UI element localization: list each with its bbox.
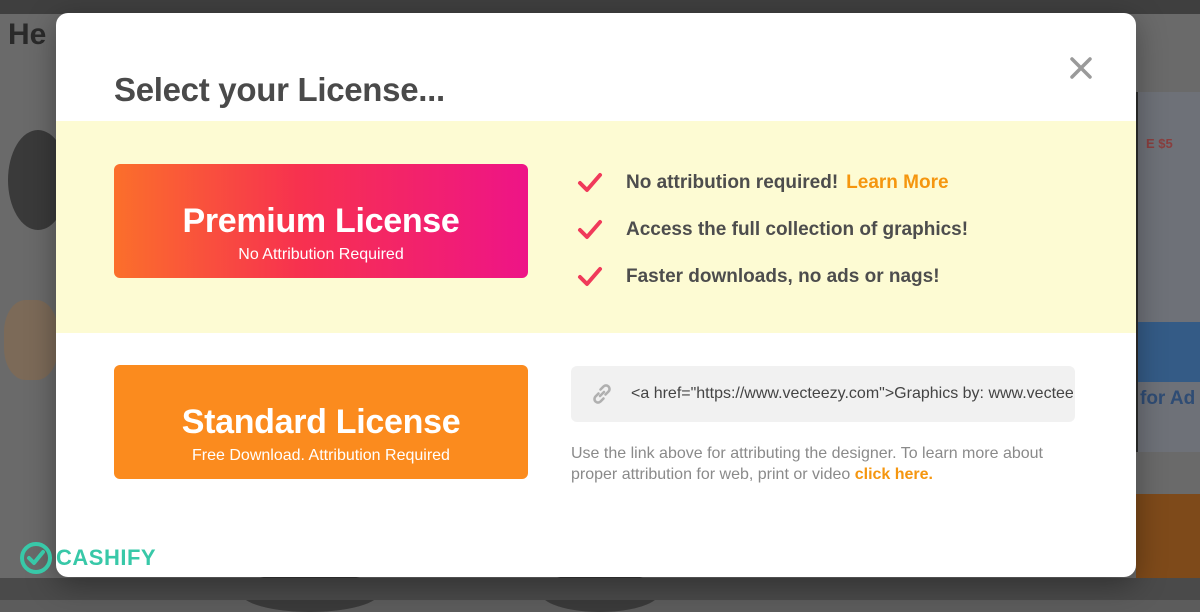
standard-license-subtitle: Free Download. Attribution Required [192, 447, 450, 464]
attribution-code-field[interactable] [631, 385, 1073, 403]
attribution-help-text: Use the link above for attributing the d… [571, 443, 1091, 485]
background-footer [0, 578, 1200, 600]
feature-text: Faster downloads, no ads or nags! [626, 265, 940, 287]
feature-item: No attribution required! Learn More [576, 159, 1096, 206]
click-here-link[interactable]: click here. [855, 466, 933, 483]
background-title: He [8, 18, 47, 51]
feature-item: Access the full collection of graphics! [576, 206, 1096, 253]
close-button[interactable] [1066, 53, 1096, 83]
watermark-text: CASHIFY [56, 545, 157, 570]
background-illustration [4, 300, 58, 380]
license-modal: Select your License... Premium License N… [56, 13, 1136, 577]
feature-item: Faster downloads, no ads or nags! [576, 253, 1096, 300]
premium-license-button[interactable]: Premium License No Attribution Required [114, 164, 528, 278]
modal-title: Select your License... [114, 71, 445, 108]
premium-license-label: Premium License [182, 202, 460, 240]
premium-license-subtitle: No Attribution Required [238, 246, 404, 263]
feature-text: Access the full collection of graphics! [626, 218, 969, 240]
standard-license-label: Standard License [181, 403, 461, 441]
feature-text: No attribution required! [626, 171, 839, 193]
background-ad-text: E $5 [1146, 136, 1173, 151]
learn-more-link[interactable]: Learn More [846, 172, 948, 194]
cashify-logo-icon [20, 542, 52, 574]
check-icon [578, 266, 602, 286]
cashify-watermark: CASHIFY [18, 540, 156, 576]
premium-features-list: No attribution required! Learn More Acce… [576, 159, 1096, 300]
link-icon [593, 384, 611, 404]
premium-section: Premium License No Attribution Required … [56, 121, 1136, 333]
background-topbar [0, 0, 1200, 14]
close-icon [1070, 57, 1092, 79]
attribution-code-box[interactable] [571, 366, 1075, 422]
attribution-help-body: Use the link above for attributing the d… [571, 445, 1043, 483]
check-icon [578, 219, 602, 239]
check-icon [578, 172, 602, 192]
background-ad-banner [1136, 494, 1200, 578]
background-ad-text: for Ad [1140, 388, 1196, 409]
standard-license-button[interactable]: Standard License Free Download. Attribut… [114, 365, 528, 479]
